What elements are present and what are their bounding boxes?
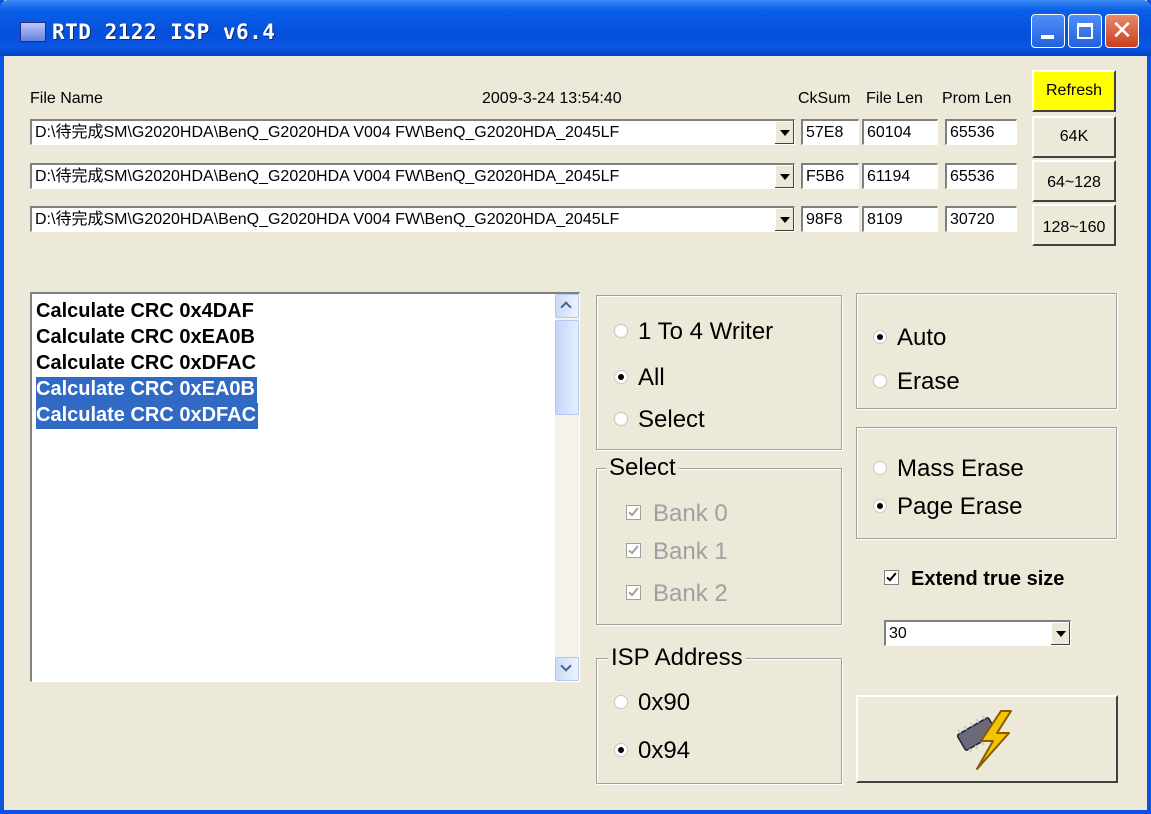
radio-1-to-4-writer[interactable]: 1 To 4 Writer (614, 318, 773, 346)
file-len-field-1: 60104 (862, 119, 938, 145)
radio-erase[interactable]: Erase (873, 368, 960, 396)
radio-on-icon (614, 369, 628, 384)
scroll-up-icon[interactable] (555, 294, 579, 318)
close-icon: ✕ (1111, 16, 1133, 46)
scroll-thumb[interactable] (555, 320, 579, 415)
run-isp-button[interactable] (856, 695, 1118, 783)
isp-address-caption: ISP Address (608, 644, 746, 672)
checkbox-checked-icon (626, 543, 641, 559)
checkbox-bank-1: Bank 1 (626, 538, 728, 566)
log-line[interactable]: Calculate CRC 0xEA0B (36, 377, 257, 403)
log-line[interactable]: Calculate CRC 0xEA0B (36, 325, 257, 351)
log-line[interactable]: Calculate CRC 0xDFAC (36, 351, 258, 377)
radio-off-icon (873, 460, 887, 475)
file-path-combo-3[interactable]: D:\待完成SM\G2020HDA\BenQ_G2020HDA V004 FW\… (30, 206, 795, 232)
checkbox-bank-2: Bank 2 (626, 580, 728, 608)
cksum-field-1: 57E8 (801, 119, 859, 145)
checkbox-checked-icon (626, 585, 641, 601)
minimize-icon (1041, 35, 1054, 39)
scroll-down-icon[interactable] (555, 657, 579, 681)
close-button[interactable]: ✕ (1105, 14, 1139, 48)
radio-mass-erase[interactable]: Mass Erase (873, 455, 1024, 483)
radio-off-icon (614, 411, 628, 426)
log-line[interactable]: Calculate CRC 0x4DAF (36, 299, 256, 325)
radio-on-icon (873, 498, 887, 513)
timestamp-label: 2009-3-24 13:54:40 (482, 90, 622, 107)
window-title: RTD 2122 ISP v6.4 (52, 20, 276, 44)
checkbox-checked-icon (626, 505, 641, 521)
log-line[interactable]: Calculate CRC 0xDFAC (36, 403, 259, 429)
prom-len-field-3: 30720 (945, 206, 1017, 232)
chevron-down-icon[interactable] (774, 165, 794, 188)
radio-select[interactable]: Select (614, 406, 705, 434)
file-len-field-3: 8109 (862, 206, 938, 232)
radio-on-icon (873, 329, 887, 344)
file-path-combo-2[interactable]: D:\待完成SM\G2020HDA\BenQ_G2020HDA V004 FW\… (30, 163, 795, 189)
checkbox-bank-0: Bank 0 (626, 500, 728, 528)
radio-on-icon (614, 742, 628, 757)
file-path-1: D:\待完成SM\G2020HDA\BenQ_G2020HDA V004 FW\… (35, 124, 620, 141)
checkbox-extend-true-size[interactable]: Extend true size (884, 568, 1064, 591)
radio-off-icon (873, 373, 887, 388)
radio-0x94[interactable]: 0x94 (614, 737, 690, 765)
size-select[interactable]: 30 (884, 620, 1071, 646)
chip-app-icon (20, 22, 46, 42)
bank-64-128-button[interactable]: 64~128 (1032, 160, 1116, 202)
cksum-field-3: 98F8 (801, 206, 859, 232)
erase-type-group (856, 427, 1117, 539)
prom-len-field-2: 65536 (945, 163, 1017, 189)
bank-64k-button[interactable]: 64K (1032, 116, 1116, 158)
file-path-combo-1[interactable]: D:\待完成SM\G2020HDA\BenQ_G2020HDA V004 FW\… (30, 119, 795, 145)
file-path-2: D:\待完成SM\G2020HDA\BenQ_G2020HDA V004 FW\… (35, 168, 620, 185)
refresh-button[interactable]: Refresh (1032, 70, 1116, 112)
radio-page-erase[interactable]: Page Erase (873, 493, 1022, 521)
maximize-icon (1077, 23, 1093, 39)
log-listbox[interactable]: Calculate CRC 0x4DAF Calculate CRC 0xEA0… (30, 292, 580, 682)
maximize-button[interactable] (1068, 14, 1102, 48)
lightning-chip-icon (956, 710, 1012, 770)
radio-0x90[interactable]: 0x90 (614, 689, 690, 717)
file-name-label: File Name (30, 90, 103, 107)
file-len-field-2: 61194 (862, 163, 938, 189)
radio-all[interactable]: All (614, 364, 665, 392)
chevron-down-icon[interactable] (774, 208, 794, 231)
checkbox-checked-icon (884, 570, 899, 586)
bank-128-160-button[interactable]: 128~160 (1032, 204, 1116, 246)
file-path-3: D:\待完成SM\G2020HDA\BenQ_G2020HDA V004 FW\… (35, 211, 620, 228)
radio-off-icon (614, 323, 628, 338)
prom-len-label: Prom Len (942, 90, 1012, 107)
isp-address-group (596, 658, 842, 784)
cksum-field-2: F5B6 (801, 163, 859, 189)
title-bar[interactable]: RTD 2122 ISP v6.4 ✕ (0, 0, 1151, 56)
radio-off-icon (614, 694, 628, 709)
chevron-down-icon[interactable] (1050, 622, 1070, 645)
vertical-scrollbar[interactable] (555, 294, 579, 681)
select-group-caption: Select (606, 454, 679, 482)
prom-len-field-1: 65536 (945, 119, 1017, 145)
minimize-button[interactable] (1031, 14, 1065, 48)
radio-auto[interactable]: Auto (873, 324, 946, 352)
size-select-value: 30 (889, 625, 907, 642)
chevron-down-icon[interactable] (774, 121, 794, 144)
cksum-label: CkSum (798, 90, 851, 107)
file-len-label: File Len (866, 90, 923, 107)
